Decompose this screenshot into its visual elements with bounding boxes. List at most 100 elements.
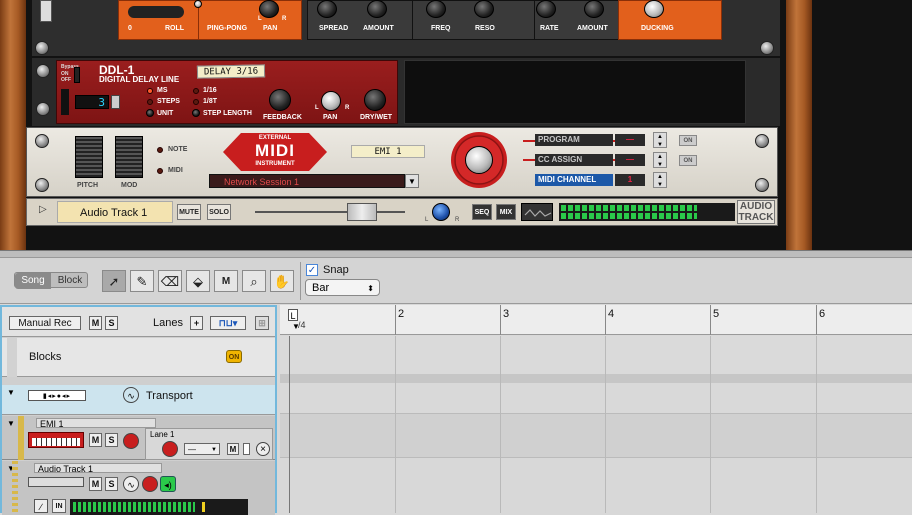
- ddl-stepper[interactable]: [111, 95, 120, 109]
- amount-knob[interactable]: [367, 0, 387, 18]
- collapse-triangle-icon[interactable]: ▼: [7, 419, 15, 428]
- device-slider[interactable]: [40, 0, 52, 22]
- emi-track[interactable]: ▼ EMI 1 M S Lane 1 — ▼ M ×: [2, 416, 275, 460]
- dry-wet-label: DRY/WET: [360, 114, 393, 121]
- pingpong-switch[interactable]: [194, 0, 202, 8]
- magnify-tool-icon[interactable]: ⌕: [242, 270, 266, 292]
- lane-type-icon[interactable]: ⊓⊔▾: [210, 316, 246, 330]
- blocks-track[interactable]: Blocks ON: [2, 338, 275, 377]
- mute-button[interactable]: MUTE: [177, 204, 201, 220]
- grid-line: [500, 336, 501, 513]
- midi-session-select[interactable]: Network Session 1: [209, 174, 405, 188]
- monitor-icon[interactable]: ◂): [160, 476, 176, 492]
- pan-knob-top[interactable]: [259, 0, 279, 18]
- lfo-amount-knob[interactable]: [584, 0, 604, 18]
- audio-lane[interactable]: [280, 457, 912, 513]
- input-button[interactable]: IN: [52, 499, 66, 513]
- mode-switch: Song Block: [14, 272, 88, 289]
- arrangement-grid[interactable]: [280, 336, 912, 513]
- global-mute-button[interactable]: M: [89, 316, 102, 330]
- spread-knob[interactable]: [317, 0, 337, 18]
- transport-lane[interactable]: [280, 383, 912, 413]
- midi-main-knob[interactable]: [465, 146, 493, 174]
- manual-rec-button[interactable]: Manual Rec: [9, 316, 81, 330]
- blocks-on-toggle[interactable]: ON: [226, 350, 242, 363]
- lane-dropdown[interactable]: — ▼: [184, 443, 220, 455]
- mod-wheel[interactable]: [115, 136, 143, 178]
- cc-stepper[interactable]: ▲ ▼: [653, 152, 667, 168]
- note-led: [157, 147, 163, 153]
- blocks-lane[interactable]: [280, 336, 912, 374]
- tuner-icon[interactable]: ∕: [34, 499, 48, 513]
- lane-mute-button[interactable]: M: [227, 443, 239, 455]
- remove-lane-button[interactable]: ×: [256, 442, 270, 456]
- audio-solo-button[interactable]: S: [105, 477, 118, 491]
- badge-bottom-label: INSTRUMENT: [255, 161, 295, 167]
- razor-tool-icon[interactable]: ⬙: [186, 270, 210, 292]
- seq-button[interactable]: SEQ: [472, 204, 492, 220]
- cc-on-toggle[interactable]: ON: [679, 155, 697, 166]
- freq-knob[interactable]: [426, 0, 446, 18]
- roll-slider[interactable]: [128, 6, 184, 18]
- ddl-name-label: DIGITAL DELAY LINE: [99, 75, 180, 84]
- ddl-delay-display: 3: [75, 95, 109, 109]
- channel-stepper[interactable]: ▲ ▼: [653, 172, 667, 188]
- eraser-tool-icon[interactable]: ⌫: [158, 270, 182, 292]
- block-mode-button[interactable]: Block: [52, 273, 88, 289]
- feedback-knob[interactable]: [269, 89, 291, 111]
- audio-track[interactable]: ▼ Audio Track 1 M S ∿ ◂) ∕ IN: [2, 461, 275, 515]
- ducking-knob[interactable]: [644, 0, 664, 18]
- grid-view-icon[interactable]: ⊞: [255, 316, 269, 330]
- reso-knob[interactable]: [474, 0, 494, 18]
- expand-triangle-icon[interactable]: ▷: [39, 204, 47, 215]
- hand-tool-icon[interactable]: ✋: [270, 270, 294, 292]
- volume-fader-handle[interactable]: [347, 203, 377, 221]
- mute-tool-icon[interactable]: M: [214, 270, 238, 292]
- cc-assign-value[interactable]: —: [615, 154, 645, 166]
- midi-channel-value[interactable]: 1: [615, 174, 645, 186]
- grid-line: [816, 336, 817, 513]
- automation-icon[interactable]: ∿: [123, 387, 139, 403]
- pencil-tool-icon[interactable]: ✎: [130, 270, 154, 292]
- arrow-tool-icon[interactable]: ➚: [102, 270, 126, 292]
- song-mode-button[interactable]: Song: [15, 273, 51, 289]
- bar-tick: [605, 305, 606, 335]
- program-value[interactable]: —: [615, 134, 645, 146]
- emi-record-button[interactable]: [123, 433, 139, 449]
- bypass-switch[interactable]: [74, 67, 80, 83]
- emi-solo-button[interactable]: S: [105, 433, 118, 447]
- session-dropdown-icon[interactable]: ▼: [405, 174, 419, 188]
- ddl-pan-knob[interactable]: [321, 91, 341, 111]
- bar-4-label: 4: [608, 308, 615, 320]
- lane-record-button[interactable]: [162, 441, 178, 457]
- step-length-button[interactable]: [192, 109, 200, 117]
- timeline-ruler[interactable]: L ▼ /4 2 3 4 5 6: [280, 305, 912, 335]
- transport-track[interactable]: ▼ ▮◂▸●◂▸ ∿ Transport: [2, 385, 275, 415]
- audio-mute-button[interactable]: M: [89, 477, 102, 491]
- program-stepper[interactable]: ▲ ▼: [653, 132, 667, 148]
- program-on-toggle[interactable]: ON: [679, 135, 697, 146]
- solo-button[interactable]: SOLO: [207, 204, 231, 220]
- lane-1-header: Lane 1 — ▼ M ×: [145, 428, 273, 460]
- unit-button[interactable]: [146, 109, 154, 117]
- snap-checkbox[interactable]: ✓: [306, 264, 318, 276]
- mix-button[interactable]: MIX: [496, 204, 516, 220]
- pan-knob[interactable]: [432, 203, 450, 221]
- global-solo-button[interactable]: S: [105, 316, 118, 330]
- pitch-wheel[interactable]: [75, 136, 103, 178]
- left-locator-label[interactable]: L: [288, 309, 298, 321]
- toolbar-divider: [300, 262, 301, 300]
- dry-wet-knob[interactable]: [364, 89, 386, 111]
- collapse-triangle-icon[interactable]: ▼: [7, 388, 15, 397]
- rate-knob[interactable]: [536, 0, 556, 18]
- emi-mute-button[interactable]: M: [89, 433, 102, 447]
- rack-sequencer-splitter[interactable]: [0, 250, 912, 258]
- snap-select[interactable]: Bar ⬍: [305, 279, 380, 296]
- lane-slider[interactable]: [243, 443, 250, 455]
- snap-label: Snap: [323, 264, 349, 276]
- audio-record-button[interactable]: [142, 476, 158, 492]
- add-lane-button[interactable]: +: [190, 316, 203, 330]
- waveform-button[interactable]: [521, 203, 553, 221]
- audio-automation-icon[interactable]: ∿: [123, 476, 139, 492]
- emi-lane[interactable]: [280, 413, 912, 457]
